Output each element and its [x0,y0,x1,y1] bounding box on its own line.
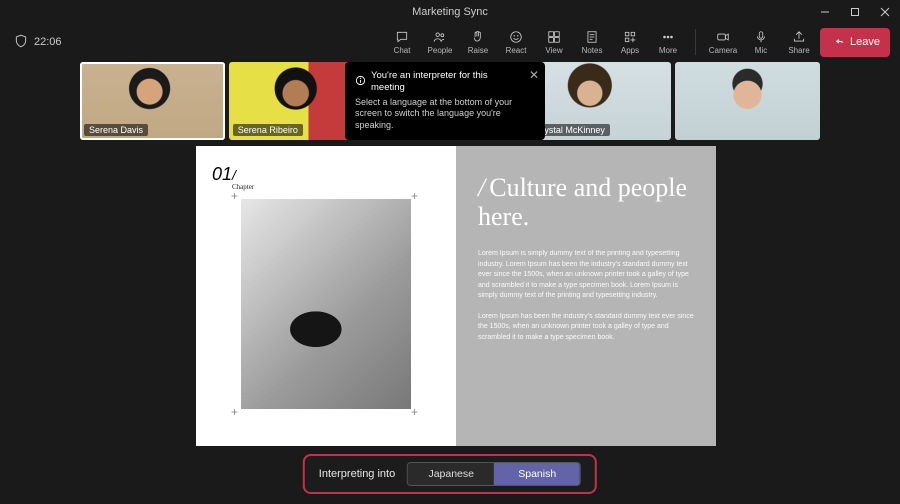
notes-button[interactable]: Notes [575,30,609,55]
view-button[interactable]: View [537,30,571,55]
leave-icon [830,34,844,51]
meeting-title: Marketing Sync [412,6,488,18]
language-toggle: Japanese Spanish [407,462,581,486]
notes-icon [583,30,601,44]
interpreter-bar: Interpreting into Japanese Spanish [303,454,597,494]
people-button[interactable]: People [423,30,457,55]
share-icon [790,30,808,44]
minimize-button[interactable] [810,0,840,24]
react-button[interactable]: React [499,30,533,55]
crop-mark-icon: + [231,407,241,417]
participant-tile[interactable]: Serena Davis [80,62,225,140]
camera-button[interactable]: Camera [706,30,740,55]
slide-heading: Culture and people here. [478,174,694,231]
crop-mark-icon: + [231,191,241,201]
language-option-spanish[interactable]: Spanish [494,463,580,485]
chapter-number: 01/ [212,164,440,185]
shield-icon [14,34,28,51]
crop-mark-icon: + [411,191,421,201]
apps-icon [621,30,639,44]
participant-name: Serena Davis [84,124,148,136]
apps-button[interactable]: Apps [613,30,647,55]
share-button[interactable]: Share [782,30,816,55]
language-option-japanese[interactable]: Japanese [408,463,494,485]
participant-tile[interactable]: Krystal McKinney [526,62,671,140]
camera-icon [714,30,732,44]
close-window-button[interactable] [870,0,900,24]
raise-hand-icon [469,30,487,44]
tooltip-close-button[interactable]: ✕ [529,68,539,84]
title-bar: Marketing Sync [0,0,900,24]
slide-paragraph: Lorem Ipsum is simply dummy text of the … [478,249,694,302]
mic-button[interactable]: Mic [744,30,778,55]
chapter-label: Chapter [232,183,440,191]
interpreter-tooltip: You're an interpreter for this meeting S… [345,62,545,140]
chat-icon [393,30,411,44]
slide-image: + + + + [241,199,411,409]
chat-button[interactable]: Chat [385,30,419,55]
people-icon [431,30,449,44]
meeting-timer: 22:06 [34,36,62,48]
leave-button[interactable]: Leave [820,28,890,57]
participant-video [675,62,820,140]
info-icon [355,75,366,90]
interpreter-label: Interpreting into [319,468,395,480]
participant-name: Serena Ribeiro [233,124,303,136]
react-icon [507,30,525,44]
meeting-toolbar: Chat People Raise React View Notes Apps … [385,28,890,57]
tooltip-body: Select a language at the bottom of your … [355,97,512,130]
raise-hand-button[interactable]: Raise [461,30,495,55]
mic-icon [752,30,770,44]
tooltip-title: You're an interpreter for this meeting [371,70,519,95]
more-icon [659,30,677,44]
participant-tile[interactable] [675,62,820,140]
maximize-button[interactable] [840,0,870,24]
more-button[interactable]: More [651,30,685,55]
slide-paragraph: Lorem Ipsum has been the industry's stan… [478,312,694,344]
toolbar-divider [695,29,696,55]
view-icon [545,30,563,44]
crop-mark-icon: + [411,407,421,417]
shared-content: 01/ Chapter + + + + Culture and people h… [196,146,716,446]
